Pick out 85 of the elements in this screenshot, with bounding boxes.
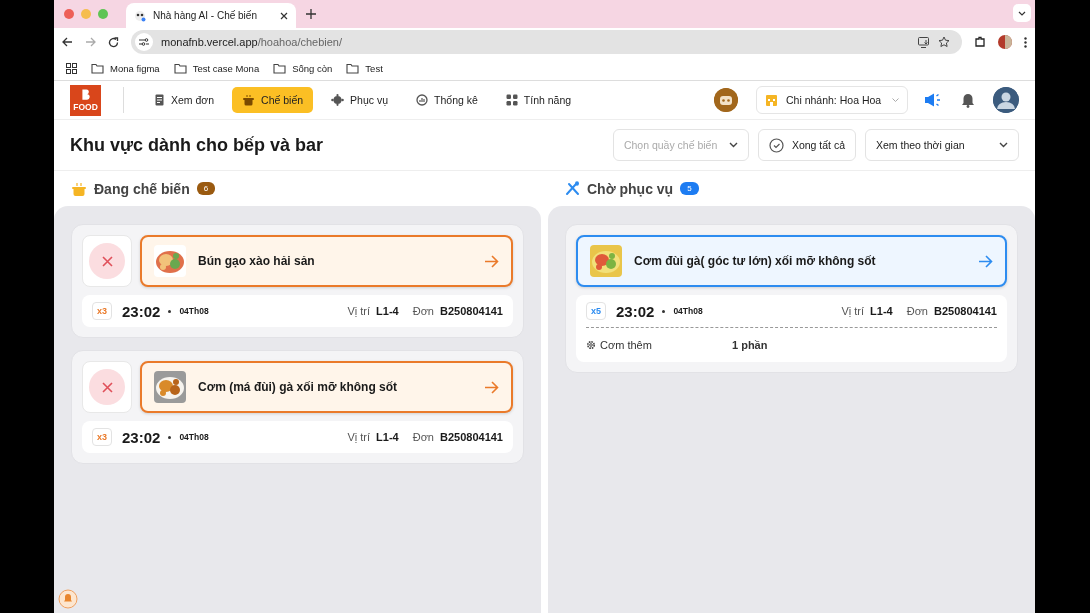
order-time: 23:02 [122, 302, 161, 320]
new-tab-icon[interactable] [306, 9, 316, 19]
bookmark-link[interactable]: Test case Mona [192, 62, 260, 74]
extra-name: Cơm thêm [600, 339, 652, 351]
chevron-down-icon [892, 98, 899, 102]
install-app-icon[interactable] [918, 36, 930, 48]
chevron-down-icon [728, 142, 738, 148]
position-value: L1-4 [870, 305, 893, 317]
position-label: Vị trí [841, 305, 865, 317]
position-value: L1-4 [376, 431, 399, 443]
quantity-badge: x3 [92, 428, 112, 446]
panda-icon [134, 9, 146, 22]
column-title: Đang chế biến [94, 180, 190, 197]
back-icon[interactable] [62, 37, 73, 47]
speaker-icon[interactable] [924, 93, 941, 107]
count-badge: 5 [680, 182, 699, 195]
dish-button[interactable]: Cơm đùi gà( góc tư lớn) xối mỡ không sốt [576, 235, 1007, 287]
chart-icon [416, 94, 429, 106]
order-time: 23:02 [616, 302, 655, 320]
arrow-right-icon [484, 380, 499, 394]
quantity-badge: x3 [92, 302, 112, 320]
utensils-icon [565, 181, 580, 196]
nav-tab[interactable]: Tính năng [495, 87, 582, 113]
order-date: 04Th08 [673, 306, 703, 316]
close-icon [101, 381, 113, 393]
address-bar[interactable]: monafnb.vercel.app/hoahoa/chebien/ [131, 30, 962, 54]
apps-icon[interactable] [66, 62, 77, 74]
nav-tab[interactable]: Xem đơn [144, 87, 225, 113]
dish-button[interactable]: Bún gạo xào hải sản [140, 235, 513, 287]
extra-amount: 1 phần [732, 339, 768, 351]
order-code: B250804141 [440, 431, 503, 443]
count-badge: 6 [196, 182, 216, 195]
order-date: 04Th08 [179, 306, 209, 316]
pot-icon [71, 181, 87, 196]
bookmark-star-icon[interactable] [938, 36, 950, 48]
dish-button[interactable]: Cơm (má đùi) gà xối mỡ không sốt [140, 361, 513, 413]
gear-icon [586, 340, 596, 350]
folder-icon [91, 62, 104, 74]
folder-icon [273, 62, 287, 74]
position-label: Vị trí [347, 305, 371, 317]
menu-icon[interactable] [1024, 36, 1027, 48]
folder-icon [346, 62, 360, 74]
store-icon [765, 93, 778, 107]
close-icon[interactable] [280, 11, 288, 20]
pot-icon [242, 94, 256, 106]
branch-select[interactable]: Chi nhánh: Hoa Hoa [756, 86, 908, 114]
nav-tab[interactable]: Thống kê [406, 87, 488, 113]
chevron-down-icon [999, 142, 1008, 148]
nav-tab[interactable]: Phục vụ [321, 87, 399, 113]
profile-avatar[interactable] [998, 35, 1012, 49]
check-circle-icon [768, 137, 784, 153]
table-icon [331, 94, 345, 106]
folder-icon [173, 62, 187, 74]
extensions-icon[interactable] [974, 36, 986, 48]
reload-icon[interactable] [108, 36, 119, 48]
order-label: Đơn [412, 431, 434, 443]
bookmark-link[interactable]: Sống còn [292, 62, 333, 74]
order-time: 23:02 [122, 428, 161, 446]
order-code: B250804141 [934, 305, 997, 317]
site-settings-icon[interactable] [139, 38, 149, 46]
receipt-icon [154, 94, 165, 106]
bookmark-link[interactable]: Mona figma [110, 62, 160, 74]
browser-tab[interactable]: Nhà hàng AI - Chế biến [126, 3, 296, 28]
quantity-badge: x5 [586, 302, 606, 320]
bell-icon[interactable] [961, 92, 975, 108]
position-label: Vị trí [347, 431, 371, 443]
chevron-down-icon [1018, 10, 1026, 16]
robot-avatar[interactable] [714, 88, 738, 112]
page-title: Khu vực dành cho bếp và bar [70, 134, 325, 156]
arrow-right-icon [978, 254, 993, 268]
position-value: L1-4 [376, 305, 399, 317]
arrow-right-icon [484, 254, 499, 268]
logo[interactable]: FOOD [70, 84, 101, 116]
close-icon [101, 255, 113, 267]
order-code: B250804141 [440, 305, 503, 317]
view-select[interactable]: Xem theo thời gian [865, 129, 1019, 161]
column-title: Chờ phục vụ [587, 180, 674, 197]
done-all-button[interactable]: Xong tất cả [757, 129, 856, 161]
grid-icon [505, 94, 518, 106]
order-label: Đơn [906, 305, 928, 317]
nav-tab[interactable]: Chế biến [232, 87, 314, 113]
order-label: Đơn [412, 305, 434, 317]
order-date: 04Th08 [179, 432, 209, 442]
bookmark-link[interactable]: Test [365, 62, 383, 74]
user-avatar[interactable] [993, 87, 1019, 113]
